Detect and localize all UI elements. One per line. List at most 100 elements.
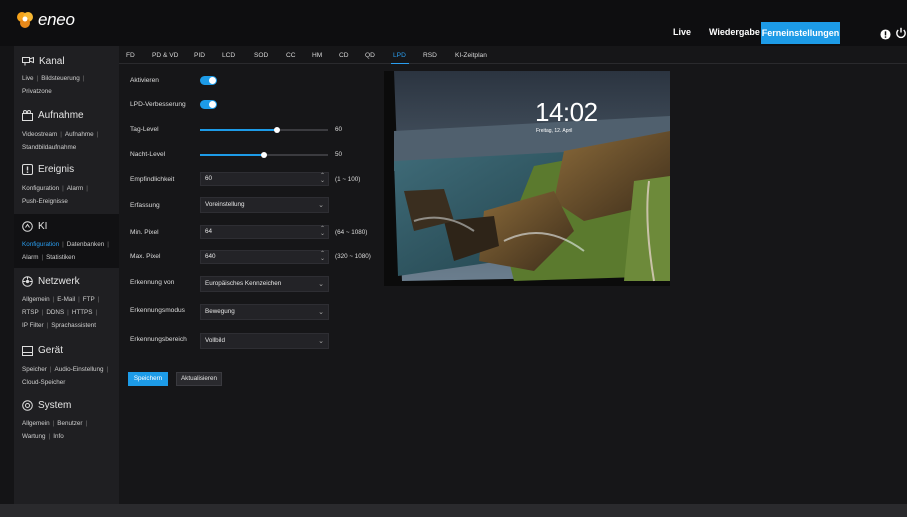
sidebar-section-aufnahme: Aufnahme Videostream | Aufnahme | Standbild… (14, 102, 119, 156)
power-icon[interactable] (895, 26, 907, 44)
tab-ki-schedule[interactable]: KI-Zeitplan (455, 52, 487, 59)
sidebar-link-privacy-zone[interactable]: Privatzone (22, 88, 52, 95)
day-level-slider[interactable] (200, 127, 328, 133)
tab-cd[interactable]: CD (339, 52, 349, 59)
sidebar-link-users[interactable]: Benutzer (57, 420, 82, 427)
recording-icon (22, 110, 33, 121)
spinner-arrows-icon[interactable]: ⌃ ⌄ (320, 173, 325, 184)
preview-scene-image (394, 71, 670, 282)
min-pixel-label: Min. Pixel (130, 229, 159, 236)
chevron-down-icon: ⌄ (318, 309, 324, 316)
recognize-select[interactable]: Europäisches Kennzeichen ⌄ (200, 276, 329, 292)
sidebar-link-recording[interactable]: Aufnahme (65, 131, 94, 138)
capture-value: Voreinstellung (205, 201, 245, 208)
sidebar-link-live[interactable]: Live (22, 75, 34, 82)
tab-rsd[interactable]: RSD (423, 52, 437, 59)
sidebar-head-system[interactable]: System (22, 400, 71, 411)
capture-label: Erfassung (130, 202, 160, 209)
sidebar-link-system-general[interactable]: Allgemein (22, 420, 50, 427)
mode-label: Erkennungsmodus (130, 307, 185, 314)
tab-sod[interactable]: SOD (254, 52, 268, 59)
sidebar-title: Aufnahme (38, 110, 84, 121)
sidebar-links-ki: Konfiguration | Datenbanken | Alarm | Statist… (22, 241, 109, 261)
preview-clock: 14:02 (535, 97, 598, 127)
sidebar-link-maintenance[interactable]: Wartung (22, 433, 46, 440)
spinner-arrows-icon[interactable]: ⌃ ⌄ (320, 251, 325, 262)
sidebar-link-https[interactable]: HTTPS (72, 309, 93, 316)
nav-remote-settings[interactable]: Ferneinstellungen (761, 22, 840, 44)
max-pixel-value: 640 (205, 253, 216, 260)
spinner-arrows-icon[interactable]: ⌃ ⌄ (320, 226, 325, 237)
enhance-toggle[interactable] (200, 100, 217, 109)
day-level-fill (200, 129, 277, 131)
day-level-knob[interactable] (273, 127, 280, 133)
sidebar-link-ip-filter[interactable]: IP Filter (22, 322, 44, 329)
sidebar-link-statistics[interactable]: Statistiken (46, 254, 75, 261)
tab-cc[interactable]: CC (286, 52, 296, 59)
night-level-slider[interactable] (200, 152, 328, 158)
sidebar-link-audio-settings[interactable]: Audio-Einstellung (55, 366, 104, 373)
tab-fd[interactable]: FD (126, 52, 135, 59)
sidebar-head-ki[interactable]: KI (22, 221, 47, 232)
sidebar-link-snapshot[interactable]: Standbildaufnahme (22, 144, 76, 151)
sidebar-link-general[interactable]: Allgemein (22, 296, 50, 303)
sidebar-link-info[interactable]: Info (53, 433, 64, 440)
enable-toggle[interactable] (200, 76, 217, 85)
sidebar-link-storage[interactable]: Speicher (22, 366, 47, 373)
night-level-knob[interactable] (261, 152, 267, 158)
sidebar-link-push-events[interactable]: Push-Ereignisse (22, 198, 68, 205)
sensitivity-input[interactable]: 60 ⌃ ⌄ (200, 172, 329, 186)
tab-pid[interactable]: PID (194, 52, 205, 59)
sidebar-head-ereignis[interactable]: Ereignis (22, 164, 74, 175)
tab-qd[interactable]: QD (365, 52, 375, 59)
recognize-value: Europäisches Kennzeichen (205, 280, 282, 287)
sensitivity-range: (1 ~ 100) (335, 176, 361, 183)
sidebar-links-geraet: Speicher | Audio-Einstellung | Cloud-Speich… (22, 366, 109, 386)
capture-select[interactable]: Voreinstellung ⌄ (200, 197, 329, 213)
eneo-logo[interactable]: eneo (14, 9, 75, 31)
tab-hm[interactable]: HM (312, 52, 322, 59)
sidebar-title: Gerät (38, 345, 64, 356)
tab-pd-vd[interactable]: PD & VD (152, 52, 178, 59)
sidebar-link-ftp[interactable]: FTP (83, 296, 95, 303)
sidebar-link-alarm[interactable]: Alarm (67, 185, 83, 192)
sidebar-title: Ereignis (38, 164, 75, 175)
chevron-down-icon: ⌄ (318, 338, 324, 345)
sidebar-links-ereignis: Konfiguration | Alarm | Push-Ereignisse (22, 185, 88, 205)
sidebar-link-videostream[interactable]: Videostream (22, 131, 57, 138)
refresh-button[interactable]: Aktualisieren (176, 372, 222, 386)
sidebar-head-kanal[interactable]: Kanal (22, 56, 65, 67)
sidebar-link-databases[interactable]: Datenbanken (67, 241, 104, 248)
sidebar-head-netzwerk[interactable]: Netzwerk (22, 276, 80, 287)
day-level-value: 60 (335, 126, 343, 133)
nav-playback[interactable]: Wiedergabe (709, 27, 760, 37)
camera-preview[interactable]: 14:02 Freitag, 12. April (384, 71, 670, 286)
sidebar: Kanal Live | Bildsteuerung | Privatzone Auf… (14, 46, 119, 504)
tab-lcd[interactable]: LCD (222, 52, 235, 59)
sidebar-link-configuration[interactable]: Konfiguration (22, 185, 59, 192)
sidebar-link-email[interactable]: E-Mail (57, 296, 75, 303)
max-pixel-range: (320 ~ 1080) (335, 253, 371, 260)
day-level-label: Tag-Level (130, 126, 159, 133)
mode-select[interactable]: Bewegung ⌄ (200, 304, 329, 320)
sidebar-head-aufnahme[interactable]: Aufnahme (22, 110, 84, 121)
area-select[interactable]: Vollbild ⌄ (200, 333, 329, 349)
sidebar-link-ki-alarm[interactable]: Alarm (22, 254, 38, 261)
save-button[interactable]: Speichern (128, 372, 168, 386)
sidebar-head-geraet[interactable]: Gerät (22, 345, 63, 356)
min-pixel-range: (64 ~ 1080) (335, 229, 368, 236)
sidebar-link-rtsp[interactable]: RTSP (22, 309, 39, 316)
info-icon[interactable] (880, 27, 891, 45)
max-pixel-input[interactable]: 640 ⌃ ⌄ (200, 250, 329, 264)
sidebar-link-ki-configuration[interactable]: Konfiguration (22, 241, 59, 248)
sidebar-link-cloud-storage[interactable]: Cloud-Speicher (22, 379, 65, 386)
ai-icon (22, 221, 33, 232)
min-pixel-input[interactable]: 64 ⌃ ⌄ (200, 225, 329, 239)
sidebar-link-image-control[interactable]: Bildsteuerung (41, 75, 80, 82)
tab-lpd[interactable]: LPD (393, 52, 406, 59)
nav-live[interactable]: Live (673, 27, 691, 37)
night-level-value: 50 (335, 151, 343, 158)
sidebar-link-voice-assistant[interactable]: Sprachassistent (51, 322, 96, 329)
sidebar-section-ereignis: Ereignis Konfiguration | Alarm | Push-Ereig… (14, 156, 119, 214)
sidebar-link-ddns[interactable]: DDNS (46, 309, 64, 316)
